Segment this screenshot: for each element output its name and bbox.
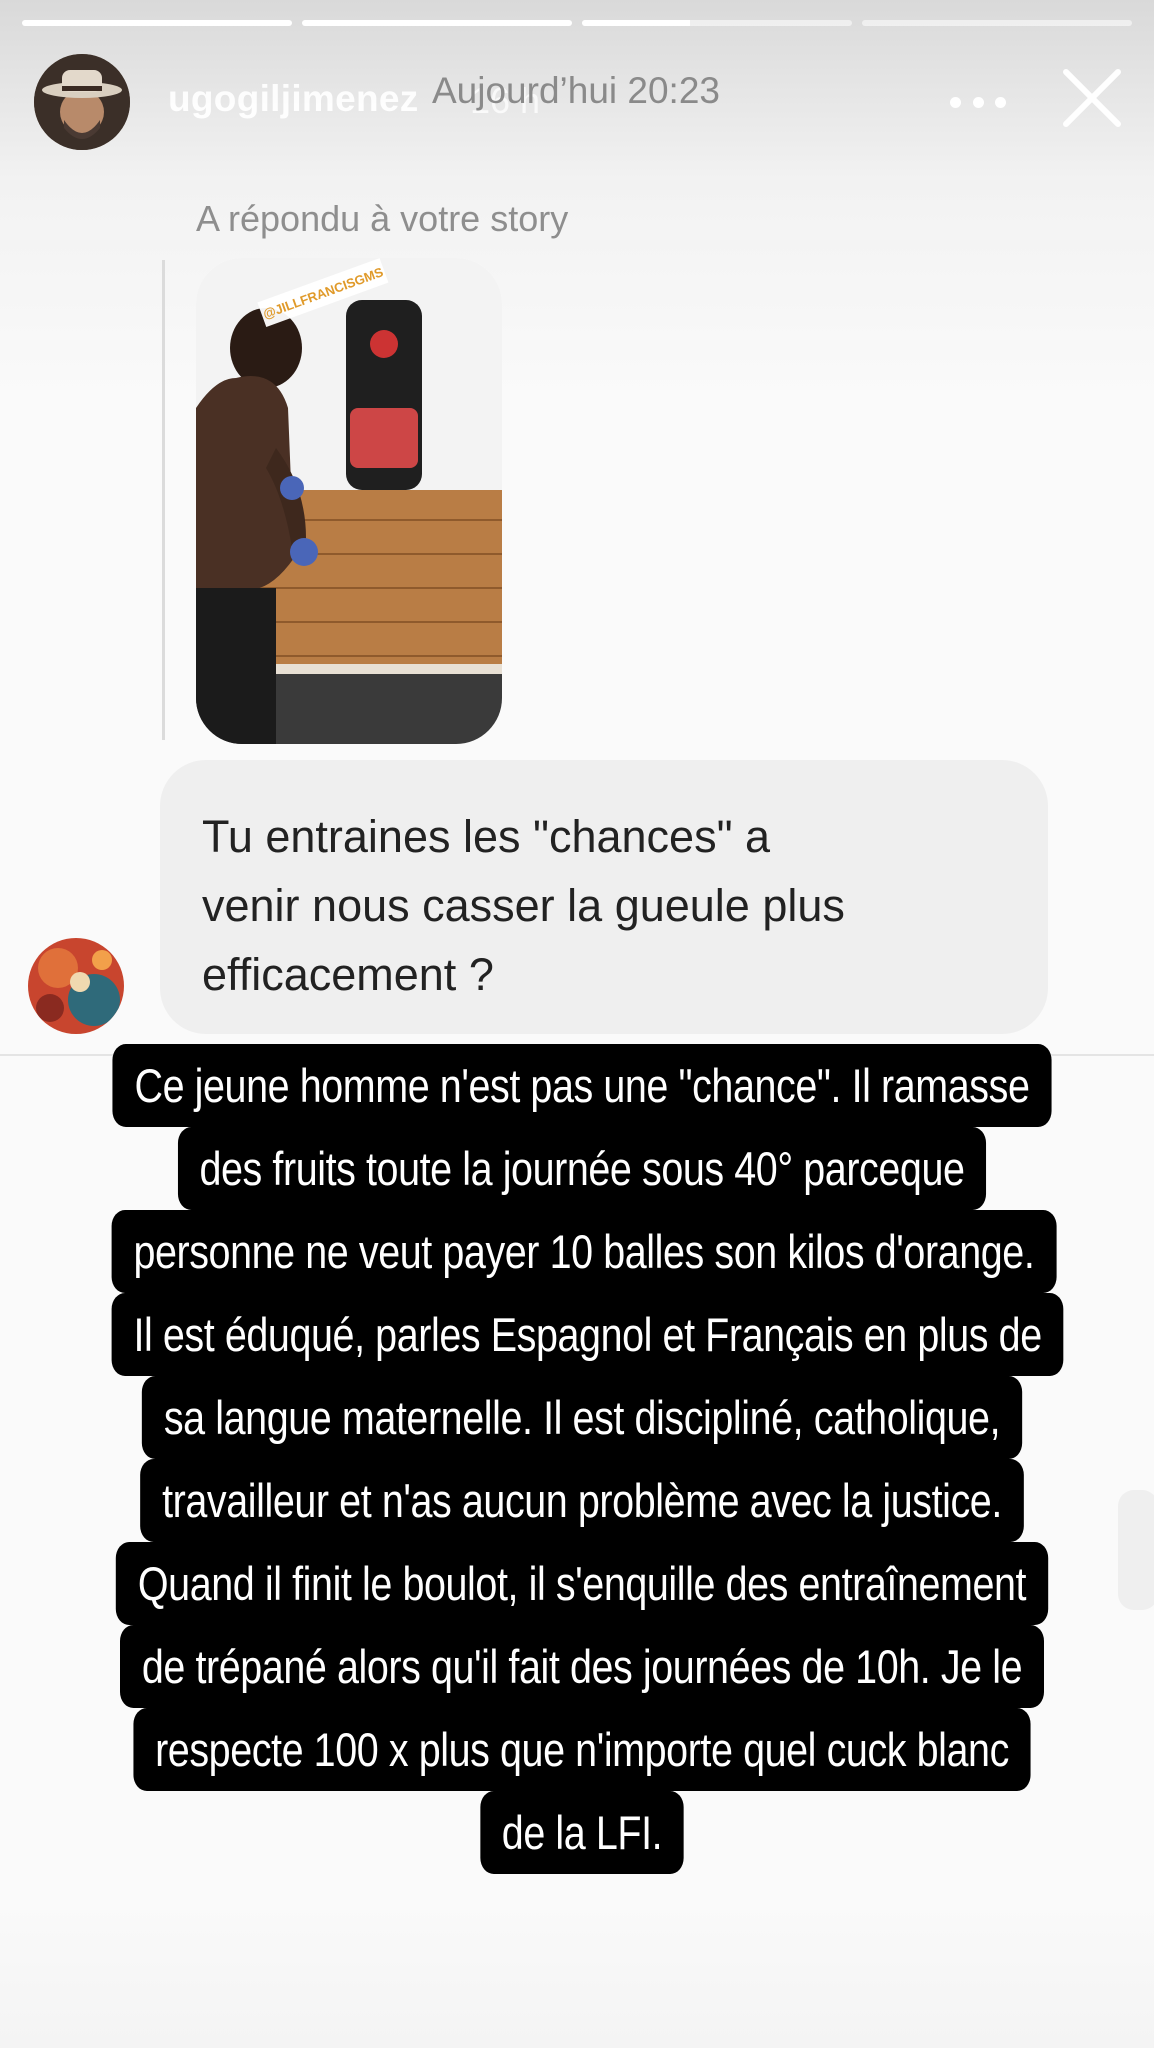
caption-line: de la LFI. [479,1791,685,1874]
progress-segment [302,20,572,26]
dot [972,96,984,108]
progress-fill [302,20,572,26]
caption-row: des fruits toute la journée sous 40° par… [112,1127,1053,1210]
caption-row: Il est éduqué, parles Espagnol et França… [111,1293,1064,1376]
caption-row: Quand il finit le boulot, il s'enquille … [112,1542,1053,1625]
caption-row: de trépané alors qu'il fait des journées… [112,1625,1053,1708]
caption-row: Ce jeune homme n'est pas une "chance". I… [112,1044,1053,1127]
progress-fill [582,20,690,26]
progress-fill [22,20,292,26]
caption-line: de trépané alors qu'il fait des journées… [119,1625,1044,1708]
story-reply-label: A répondu à votre story [196,198,569,239]
progress-segment [22,20,292,26]
message-bubble[interactable]: Tu entraines les "chances" a venir nous … [160,760,1048,1034]
caption-line: sa langue maternelle. Il est discipliné,… [142,1376,1022,1459]
caption-row: sa langue maternelle. Il est discipliné,… [112,1376,1053,1459]
caption-line: Il est éduqué, parles Espagnol et França… [111,1293,1064,1376]
caption-line: Quand il finit le boulot, il s'enquille … [116,1542,1048,1625]
replied-story-thumbnail[interactable]: @JILLFRANCISGMS [196,258,502,744]
profile-avatar[interactable] [34,54,130,150]
caption-row: respecte 100 x plus que n'importe quel c… [112,1708,1053,1791]
sender-avatar[interactable] [28,938,124,1034]
story-username[interactable]: ugogiljimenez [168,78,419,120]
progress-segment [582,20,852,26]
caption-line: personne ne veut payer 10 balles son kil… [111,1210,1057,1293]
progress-segment [862,20,1132,26]
caption-row: personne ne veut payer 10 balles son kil… [111,1210,1057,1293]
background-panel-edge [1118,1490,1154,1610]
more-horizontal-icon[interactable] [950,82,1006,122]
dot [995,96,1006,108]
caption-row: travailleur et n'as aucun problème avec … [112,1459,1053,1542]
reply-indicator-line [162,260,165,740]
caption-line: des fruits toute la journée sous 40° par… [177,1127,987,1210]
caption-line: travailleur et n'as aucun problème avec … [140,1459,1024,1542]
dot [950,96,961,108]
caption-line: Ce jeune homme n'est pas une "chance". I… [112,1044,1052,1127]
story-progress-bar [22,20,1132,28]
caption-line: respecte 100 x plus que n'importe quel c… [133,1708,1031,1791]
story-text-overlay: Ce jeune homme n'est pas une "chance". I… [111,1044,1064,1874]
message-timestamp: Aujourd’hui 20:23 [432,70,720,111]
message-text: Tu entraines les "chances" a venir nous … [202,811,845,1000]
caption-row: de la LFI. [112,1791,1053,1874]
close-icon[interactable] [1060,66,1124,130]
